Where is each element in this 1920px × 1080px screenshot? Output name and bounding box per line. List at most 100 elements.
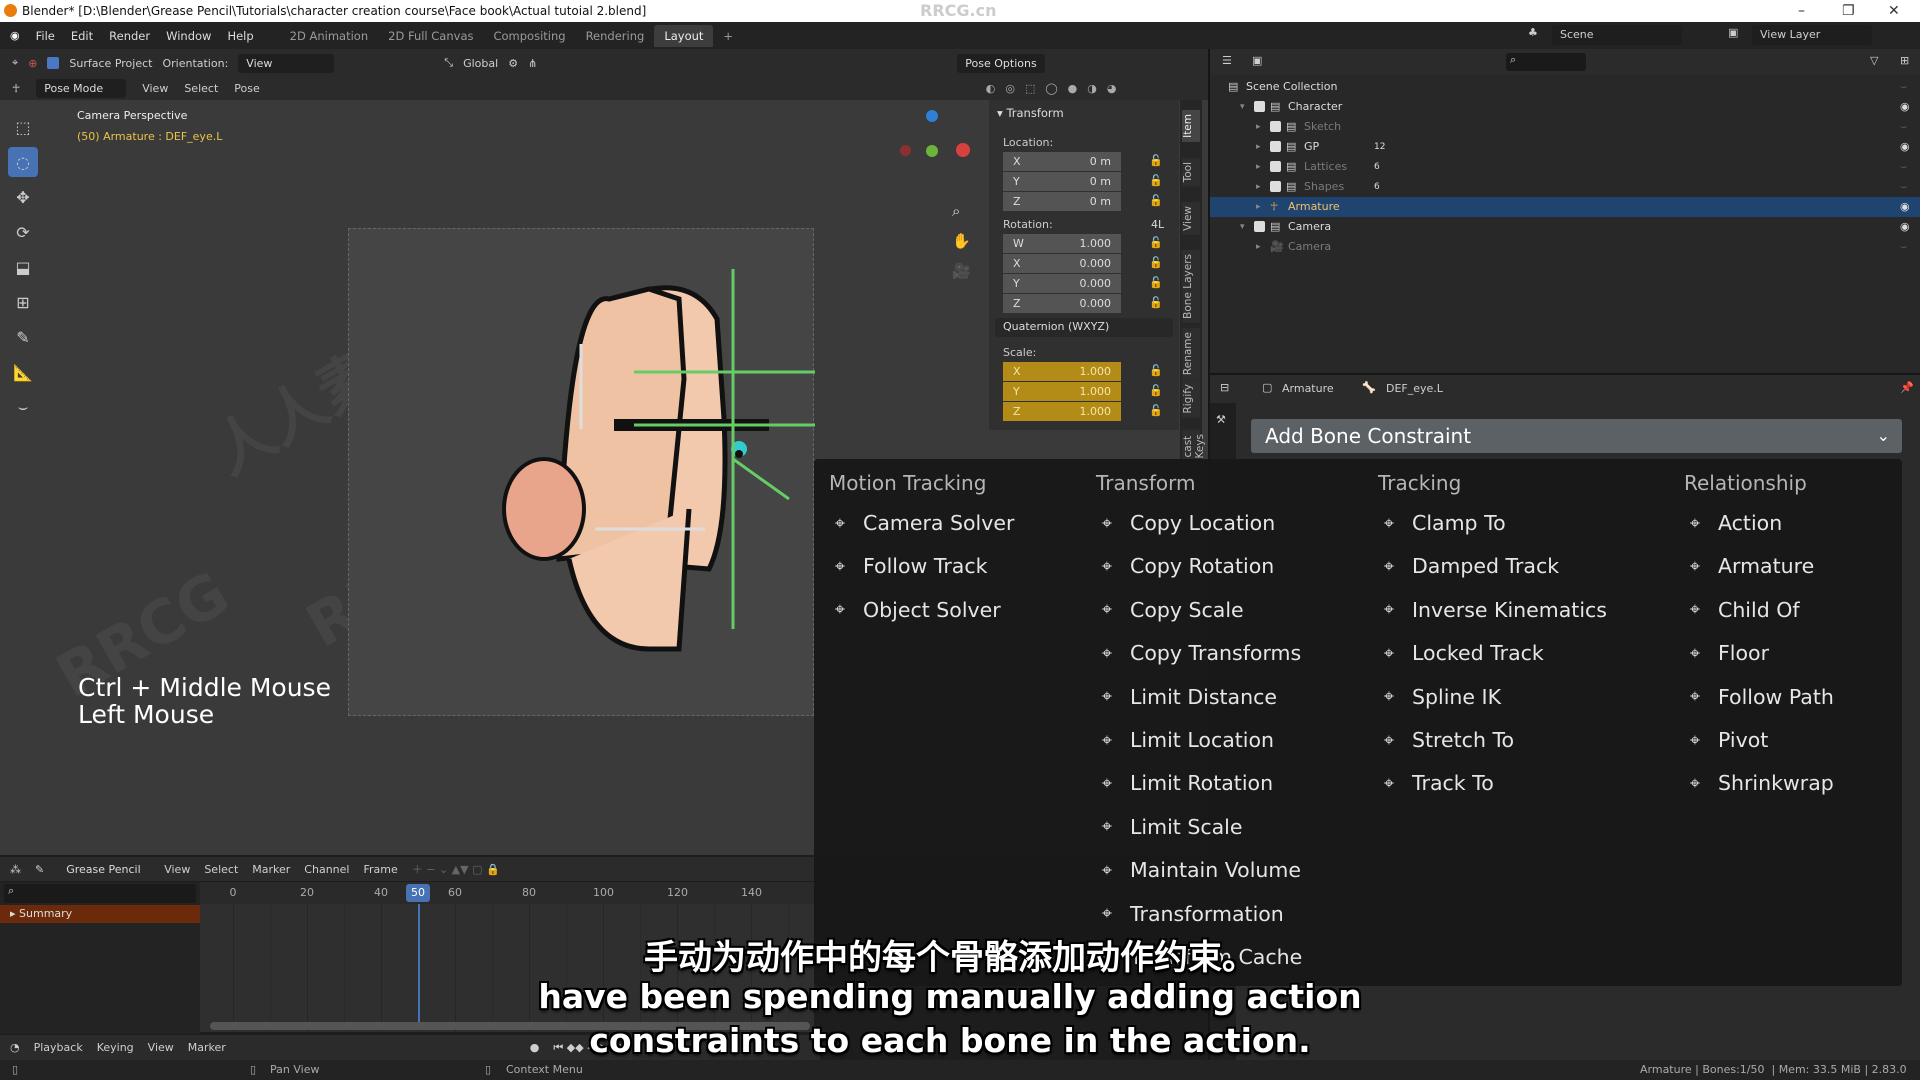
lock-icon[interactable]: 🔓 xyxy=(1149,236,1163,249)
expand-arrow-icon[interactable]: ▸ xyxy=(1256,157,1261,177)
transform-orientation-dropdown[interactable]: Global xyxy=(463,57,498,70)
sidebar-tab-rigify[interactable]: Rigify xyxy=(1182,380,1200,418)
menu-item-floor[interactable]: ⌖ Floor xyxy=(1682,641,1769,665)
outliner-row-scene-collection[interactable]: ▤ Scene Collection ⌣ xyxy=(1210,77,1920,97)
view-layer-selector[interactable]: View Layer xyxy=(1752,25,1872,45)
add-bone-constraint-dropdown[interactable]: Add Bone Constraint ⌄ xyxy=(1251,419,1902,453)
expand-arrow-icon[interactable]: ▸ xyxy=(1256,197,1261,217)
menu-window[interactable]: Window xyxy=(158,29,219,43)
menu-item-spline-ik[interactable]: ⌖ Spline IK xyxy=(1376,685,1501,709)
dopesheet-menu-channel[interactable]: Channel xyxy=(304,863,349,876)
sidebar-tab-cast-keys[interactable]: cast Keys xyxy=(1182,430,1206,463)
location-x-field[interactable]: X 0 m xyxy=(1003,152,1121,171)
lock-icon[interactable]: 🔓 xyxy=(1149,174,1163,187)
viewport-menu-view[interactable]: View xyxy=(142,82,168,95)
menu-item-inverse-kinematics[interactable]: ⌖ Inverse Kinematics xyxy=(1376,598,1607,622)
visibility-eye-icon[interactable]: ◉ xyxy=(1900,217,1910,237)
rotation-4l-toggle[interactable]: 4L xyxy=(1151,218,1164,231)
orientation-dropdown[interactable]: View xyxy=(238,53,335,73)
sidebar-tab-view[interactable]: View xyxy=(1182,202,1200,235)
tab-2d-animation[interactable]: 2D Animation xyxy=(280,25,378,47)
scale-z-field[interactable]: Z 1.000 xyxy=(1003,402,1121,421)
tab-layout[interactable]: Layout xyxy=(654,24,714,47)
blender-menu-icon[interactable]: ◉ xyxy=(0,29,28,42)
sidebar-tab-item[interactable]: Item xyxy=(1182,110,1200,142)
scene-selector[interactable]: Scene xyxy=(1552,25,1682,45)
gizmo-z-axis[interactable] xyxy=(926,110,938,122)
menu-help[interactable]: Help xyxy=(219,29,261,43)
dopesheet-menu-select[interactable]: Select xyxy=(204,863,238,876)
outliner-search-input[interactable]: ⌕ xyxy=(1506,53,1586,71)
menu-item-copy-scale[interactable]: ⌖ Copy Scale xyxy=(1094,598,1244,622)
close-button[interactable]: ✕ xyxy=(1888,0,1900,22)
lock-icon[interactable]: 🔓 xyxy=(1149,364,1163,377)
menu-item-follow-path[interactable]: ⌖ Follow Path xyxy=(1682,685,1834,709)
sidebar-tab-rename[interactable]: Rename xyxy=(1182,328,1200,380)
zoom-icon[interactable]: ⌕ xyxy=(952,196,971,226)
annotate-tool[interactable]: ✎ xyxy=(8,322,38,352)
expand-arrow-icon[interactable]: ▸ xyxy=(1256,177,1261,197)
transform-tool[interactable]: ⊞ xyxy=(8,287,38,317)
sidebar-tab-tool[interactable]: Tool xyxy=(1182,158,1200,187)
minimize-button[interactable]: – xyxy=(1798,0,1805,22)
visibility-eye-icon[interactable]: ⌣ xyxy=(1900,117,1907,137)
pivot-cursor-icon[interactable]: ⊕ xyxy=(28,57,37,70)
scale-y-field[interactable]: Y 1.000 xyxy=(1003,382,1121,401)
viewport-menu-select[interactable]: Select xyxy=(184,82,218,95)
visibility-eye-icon[interactable]: ◉ xyxy=(1900,97,1910,117)
menu-item-copy-transforms[interactable]: ⌖ Copy Transforms xyxy=(1094,641,1301,665)
outliner-row-gp[interactable]: ▸ ▤ GP 12 ◉ xyxy=(1210,137,1920,157)
measure-tool[interactable]: 📐 xyxy=(8,357,38,387)
transform-section-header[interactable]: ▾ Transform xyxy=(997,106,1064,120)
pivot-point-icon[interactable]: ⚙ xyxy=(508,57,518,70)
exclude-checkbox[interactable] xyxy=(1270,141,1281,152)
exclude-checkbox[interactable] xyxy=(1270,161,1281,172)
menu-item-limit-distance[interactable]: ⌖ Limit Distance xyxy=(1094,685,1277,709)
gizmo-neg-x-axis[interactable] xyxy=(900,145,911,156)
bone-constraint-tab-icon[interactable]: ⚒ xyxy=(1216,413,1226,426)
navigation-gizmo[interactable] xyxy=(900,110,980,190)
menu-item-stretch-to[interactable]: ⌖ Stretch To xyxy=(1376,728,1514,752)
menu-item-action[interactable]: ⌖ Action xyxy=(1682,511,1782,535)
shading-icons[interactable]: ◐◎⬚◯●◑◕ xyxy=(986,82,1127,95)
pin-icon[interactable]: 📌 xyxy=(1900,381,1914,394)
location-y-field[interactable]: Y 0 m xyxy=(1003,172,1121,191)
menu-item-limit-location[interactable]: ⌖ Limit Location xyxy=(1094,728,1274,752)
lock-icon[interactable]: 🔓 xyxy=(1149,154,1163,167)
menu-file[interactable]: File xyxy=(28,29,63,43)
menu-item-limit-rotation[interactable]: ⌖ Limit Rotation xyxy=(1094,771,1273,795)
visibility-eye-icon[interactable]: ⌣ xyxy=(1900,177,1907,197)
menu-item-copy-rotation[interactable]: ⌖ Copy Rotation xyxy=(1094,554,1274,578)
tab-compositing[interactable]: Compositing xyxy=(483,25,575,47)
outliner-row-camera[interactable]: ▸ 🎥 Camera ⌣ xyxy=(1210,237,1920,257)
maximize-button[interactable]: ❐ xyxy=(1842,0,1855,22)
pose-options-dropdown[interactable]: Pose Options xyxy=(957,53,1045,73)
lock-icon[interactable]: 🔓 xyxy=(1149,194,1163,207)
menu-item-object-solver[interactable]: ⌖ Object Solver xyxy=(827,598,1001,622)
lock-icon[interactable]: 🔓 xyxy=(1149,256,1163,269)
dopesheet-menu-marker[interactable]: Marker xyxy=(252,863,290,876)
expand-arrow-icon[interactable]: ▸ xyxy=(1256,117,1261,137)
visibility-eye-icon[interactable]: ⌣ xyxy=(1900,237,1907,257)
visibility-eye-icon[interactable]: ⌣ xyxy=(1900,77,1907,97)
current-frame-indicator[interactable]: 50 xyxy=(406,884,430,902)
menu-item-shrinkwrap[interactable]: ⌖ Shrinkwrap xyxy=(1682,771,1834,795)
menu-item-follow-track[interactable]: ⌖ Follow Track xyxy=(827,554,988,578)
move-tool[interactable]: ✥ xyxy=(8,182,38,212)
expand-arrow-icon[interactable]: ▾ xyxy=(1240,217,1245,237)
outliner-row-sketch[interactable]: ▸ ▤ Sketch ⌣ xyxy=(1210,117,1920,137)
gizmo-y-axis[interactable] xyxy=(926,145,938,157)
expand-arrow-icon[interactable]: ▸ xyxy=(1256,137,1261,157)
tool-settings-icon[interactable]: ⌖ xyxy=(12,56,18,70)
scene-icon[interactable]: ♣ xyxy=(1528,26,1538,39)
menu-item-transformation[interactable]: ⌖ Transformation xyxy=(1094,902,1284,926)
layer-buttons[interactable]: ＋ − ⌄ ▲▼ ▢ 🔒 xyxy=(412,861,500,877)
visibility-eye-icon[interactable]: ◉ xyxy=(1900,137,1910,157)
menu-item-camera-solver[interactable]: ⌖ Camera Solver xyxy=(827,511,1014,535)
add-workspace-button[interactable]: + xyxy=(713,25,743,47)
channel-search-input[interactable]: ⌕ xyxy=(4,884,196,903)
exclude-checkbox[interactable] xyxy=(1270,181,1281,192)
menu-edit[interactable]: Edit xyxy=(63,29,101,43)
sidebar-tab-bone-layers[interactable]: Bone Layers xyxy=(1182,250,1200,323)
menu-item-limit-scale[interactable]: ⌖ Limit Scale xyxy=(1094,815,1243,839)
